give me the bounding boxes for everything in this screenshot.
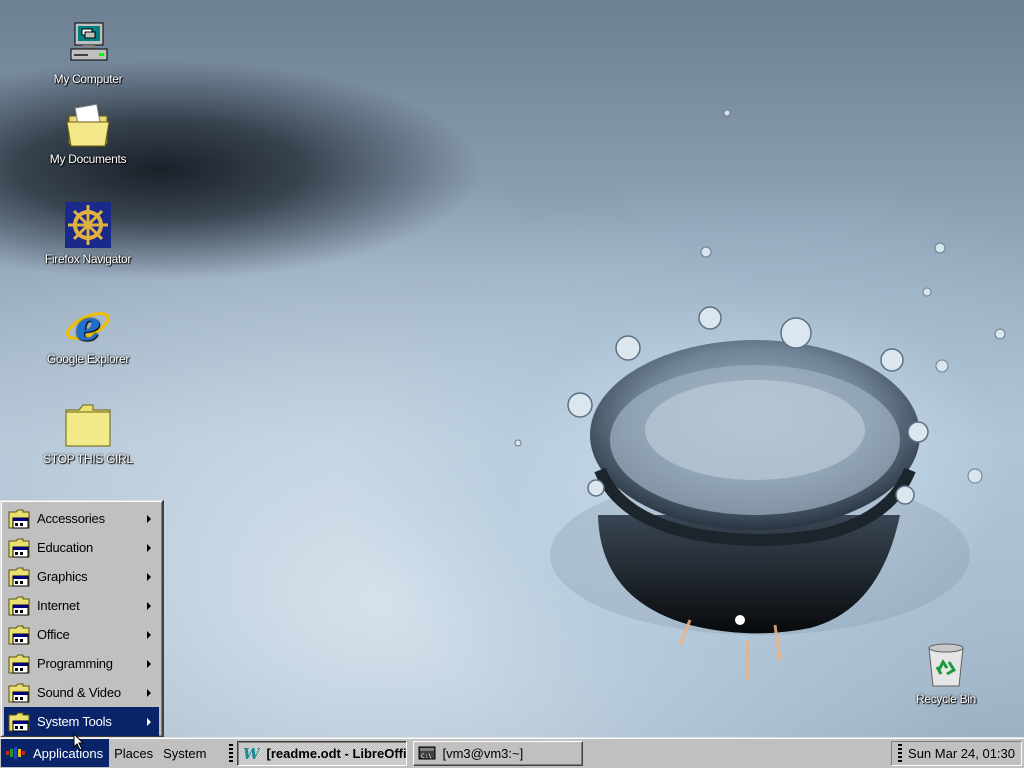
system-tray: Sun Mar 24, 01:30	[891, 740, 1022, 766]
folder-app-icon	[7, 537, 31, 559]
desktop-icon-label: Recycle Bin	[915, 692, 977, 706]
menu-item-graphics[interactable]: Graphics	[4, 562, 159, 591]
folder-icon	[63, 400, 113, 450]
desktop-icon-label: STOP THIS GIRL	[43, 452, 133, 466]
desktop-icon-recycle-bin[interactable]: Recycle Bin	[891, 640, 1001, 706]
svg-text:W: W	[243, 745, 260, 761]
menu-item-label: Office	[37, 627, 70, 642]
tray-grip-handle[interactable]	[898, 744, 903, 762]
computer-icon	[63, 20, 113, 70]
libreoffice-writer-icon: W	[242, 745, 262, 763]
applications-button[interactable]: Applications	[1, 739, 110, 767]
task-label: [vm3@vm3:~]	[442, 745, 524, 761]
internet-explorer-icon: e	[63, 300, 113, 350]
menu-item-label: Sound & Video	[37, 685, 121, 700]
terminal-icon: C:\	[418, 745, 436, 761]
taskbar-grip-handle[interactable]	[229, 744, 234, 762]
menu-item-label: Education	[37, 540, 94, 555]
folder-app-icon	[7, 595, 31, 617]
desktop-icon-label: Firefox Navigator	[44, 252, 132, 266]
chevron-right-icon	[147, 572, 151, 581]
chevron-right-icon	[147, 630, 151, 639]
menu-item-internet[interactable]: Internet	[4, 591, 159, 620]
recycle-bin-icon	[921, 640, 971, 690]
menu-item-label: Programming	[37, 656, 113, 671]
folder-app-icon	[7, 624, 31, 646]
applications-logo-icon	[5, 745, 27, 761]
menu-item-office[interactable]: Office	[4, 620, 159, 649]
svg-text:e: e	[75, 303, 100, 350]
applications-menu: Accessories Education Graphics Internet …	[0, 500, 164, 738]
clock[interactable]: Sun Mar 24, 01:30	[908, 746, 1015, 761]
desktop-icon-label: My Computer	[53, 72, 123, 86]
ship-wheel-icon	[63, 200, 113, 250]
desktop-icon-google-explorer[interactable]: e Google Explorer	[33, 300, 143, 366]
folder-app-icon	[7, 711, 31, 733]
chevron-right-icon	[147, 601, 151, 610]
folder-app-icon	[7, 508, 31, 530]
taskbar: Applications Places System W [readme.odt…	[0, 737, 1024, 768]
desktop-icon-stop-this-girl[interactable]: STOP THIS GIRL	[33, 400, 143, 466]
folder-app-icon	[7, 653, 31, 675]
mouse-pointer-icon	[73, 733, 85, 751]
menu-item-sound-video[interactable]: Sound & Video	[4, 678, 159, 707]
menu-item-programming[interactable]: Programming	[4, 649, 159, 678]
chevron-right-icon	[147, 514, 151, 523]
chevron-right-icon	[147, 688, 151, 697]
menu-item-label: Internet	[37, 598, 80, 613]
applications-label: Applications	[33, 745, 104, 761]
svg-text:C:\: C:\	[421, 753, 432, 760]
system-menu[interactable]: System	[158, 739, 211, 767]
menu-item-system-tools[interactable]: System Tools	[4, 707, 159, 736]
desktop-icon-firefox-navigator[interactable]: Firefox Navigator	[33, 200, 143, 266]
chevron-right-icon	[147, 717, 151, 726]
menu-item-label: Accessories	[37, 511, 105, 526]
desktop-icon-my-computer[interactable]: My Computer	[33, 20, 143, 86]
folder-documents-icon	[63, 100, 113, 150]
places-menu[interactable]: Places	[109, 739, 158, 767]
chevron-right-icon	[147, 543, 151, 552]
menu-item-label: System Tools	[37, 714, 112, 729]
folder-app-icon	[7, 566, 31, 588]
desktop-icon-label: Google Explorer	[46, 352, 130, 366]
task-button-libreoffice[interactable]: W [readme.odt - LibreOffi...	[237, 740, 408, 766]
menu-item-education[interactable]: Education	[4, 533, 159, 562]
task-label: [readme.odt - LibreOffi...	[266, 745, 408, 761]
task-button-terminal[interactable]: C:\ [vm3@vm3:~]	[413, 740, 584, 766]
chevron-right-icon	[147, 659, 151, 668]
desktop-icon-my-documents[interactable]: My Documents	[33, 100, 143, 166]
menu-item-accessories[interactable]: Accessories	[4, 504, 159, 533]
menu-item-label: Graphics	[37, 569, 88, 584]
desktop-icon-label: My Documents	[49, 152, 127, 166]
folder-app-icon	[7, 682, 31, 704]
